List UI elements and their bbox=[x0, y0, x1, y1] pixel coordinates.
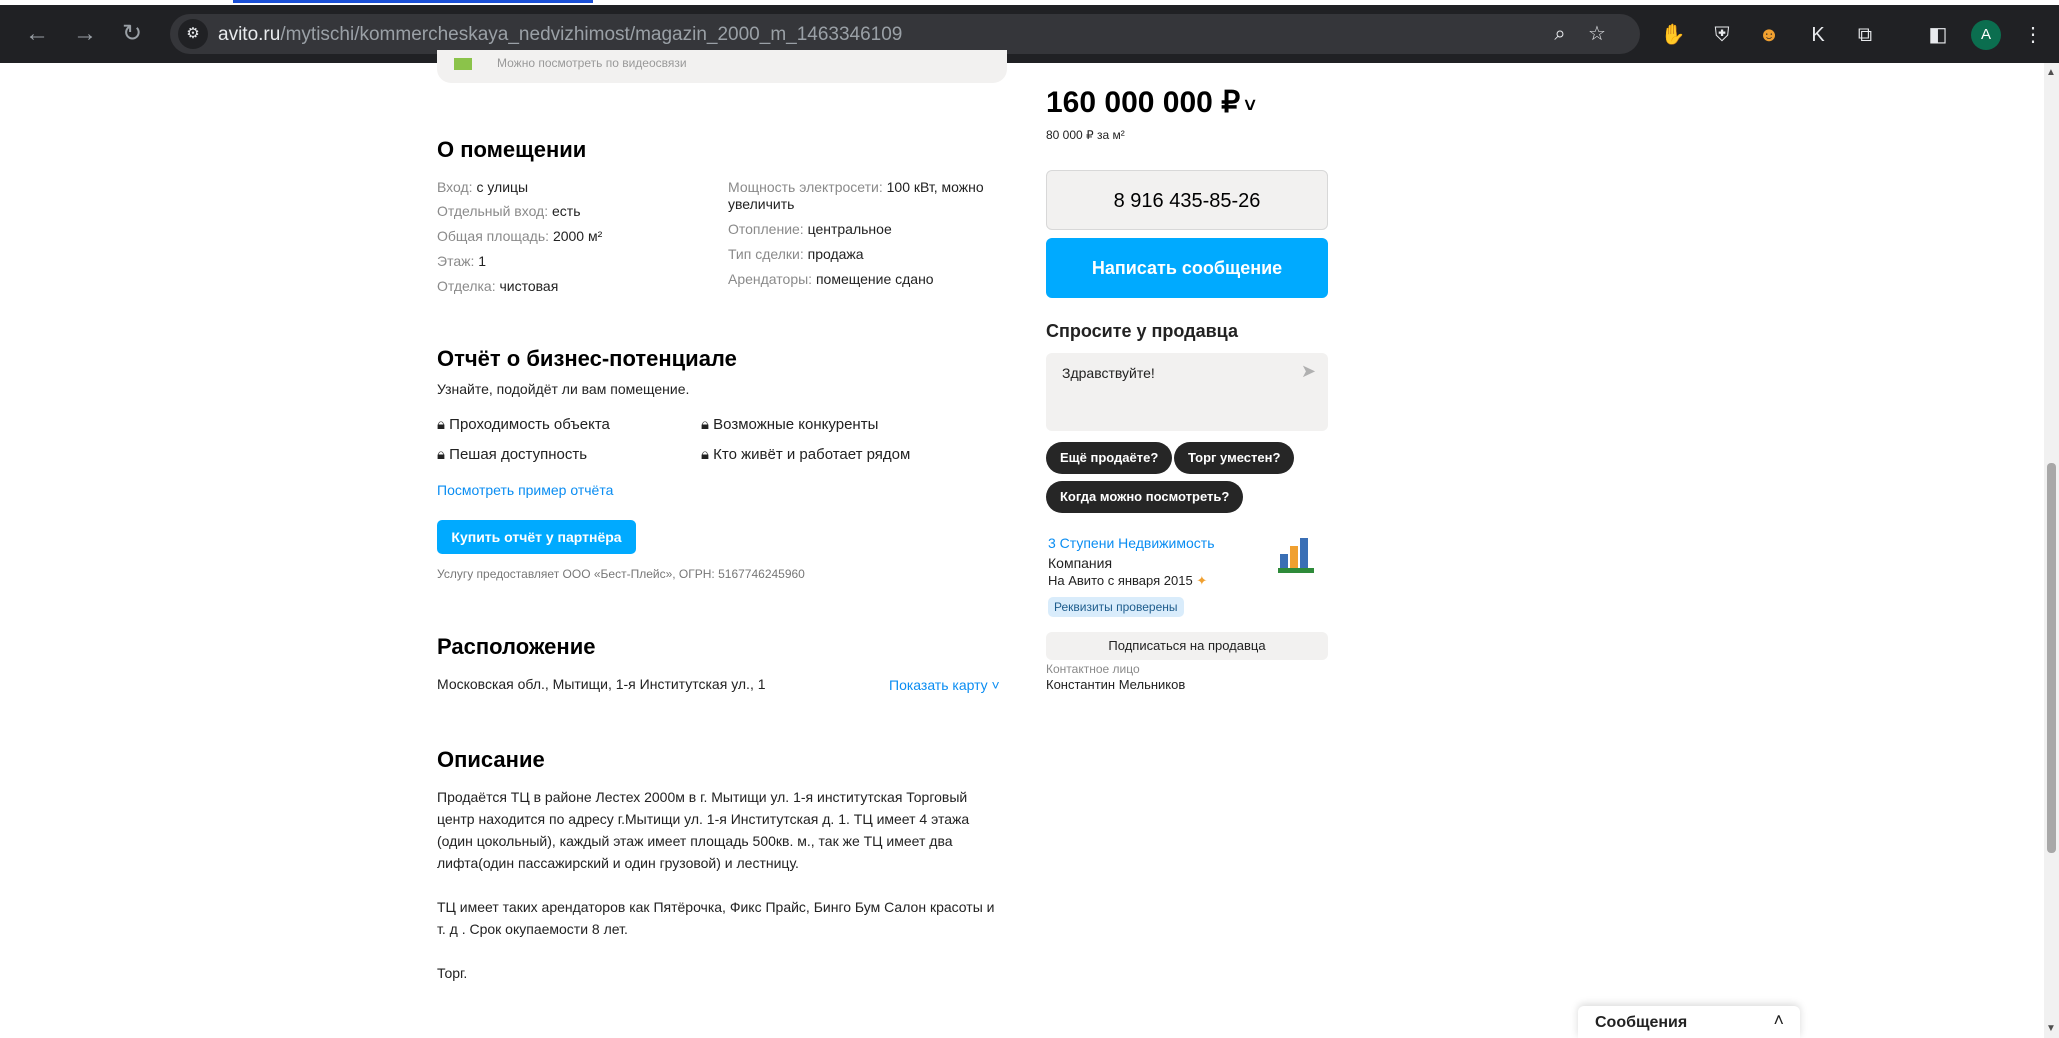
about-left-prop: Вход: с улицы bbox=[437, 179, 529, 195]
person-extension-icon[interactable]: ☻ bbox=[1756, 22, 1782, 48]
about-left-prop: Этаж: 1 bbox=[437, 253, 487, 269]
send-icon[interactable]: ➤ bbox=[1301, 361, 1316, 382]
quick-question-chip[interactable]: Когда можно посмотреть? bbox=[1046, 481, 1244, 513]
show-map-link[interactable]: Показать карту ˅ bbox=[889, 677, 1000, 693]
messages-panel[interactable]: Сообщения ˄ bbox=[1578, 1006, 1800, 1038]
video-viewing-block: Можно посмотреть по видеосвязи bbox=[437, 50, 1007, 83]
ask-seller-title: Спросите у продавца bbox=[1046, 321, 1238, 341]
scroll-down-icon[interactable]: ▼ bbox=[2046, 1023, 2056, 1034]
verified-badge: Реквизиты проверены bbox=[1048, 597, 1184, 617]
about-left-prop: Отдельный вход: есть bbox=[437, 203, 581, 219]
back-icon[interactable]: ← bbox=[22, 19, 52, 49]
reload-icon[interactable]: ↻ bbox=[117, 19, 147, 49]
menu-kebab-icon[interactable]: ⋮ bbox=[2020, 22, 2046, 48]
address-bar[interactable]: ⚙ avito.ru/mytischi/kommercheskaya_nedvi… bbox=[170, 14, 1640, 54]
ask-seller-input[interactable]: Здравствуйте! ➤ bbox=[1046, 353, 1328, 431]
report-item: 🔒︎ Кто живёт и работает рядом bbox=[701, 446, 911, 463]
url-text[interactable]: avito.ru/mytischi/kommercheskaya_nedvizh… bbox=[218, 24, 902, 46]
description-text: Продаётся ТЦ в районе Лестех 2000м в г. … bbox=[437, 786, 1007, 984]
report-item: 🔒︎ Пешая доступность bbox=[437, 446, 588, 463]
side-panel-icon[interactable]: ◧ bbox=[1925, 22, 1951, 48]
shield-extension-icon[interactable]: ⛨ bbox=[1709, 22, 1735, 48]
report-provider: Услугу предоставляет ООО «Бест-Плейс», О… bbox=[437, 567, 805, 581]
subscribe-seller-button[interactable]: Подписаться на продавца bbox=[1046, 632, 1328, 660]
about-right-prop: Мощность электросети: 100 кВт, можно уве… bbox=[728, 179, 984, 212]
adblock-extension-icon[interactable]: ✋ bbox=[1660, 22, 1686, 48]
lock-icon: 🔒︎ bbox=[437, 446, 450, 463]
about-left-prop: Отделка: чистовая bbox=[437, 278, 559, 294]
report-example-link[interactable]: Посмотреть пример отчёта bbox=[437, 482, 613, 498]
k-extension-icon[interactable]: K bbox=[1805, 22, 1831, 48]
chevron-down-icon[interactable]: ˅ bbox=[1244, 95, 1256, 117]
seller-name-link[interactable]: 3 Ступени Недвижимость bbox=[1048, 535, 1214, 551]
description-paragraph: Торг. bbox=[437, 965, 468, 981]
page-bookmark-strip bbox=[233, 0, 593, 3]
location-title: Расположение bbox=[437, 634, 596, 659]
messages-title[interactable]: Сообщения bbox=[1595, 1014, 1687, 1032]
description-paragraph: Продаётся ТЦ в районе Лестех 2000м в г. … bbox=[437, 789, 970, 871]
chevron-down-icon: ˅ bbox=[987, 677, 1000, 693]
about-right-prop: Тип сделки: продажа bbox=[728, 246, 864, 262]
phone-button[interactable]: 8 916 435-85-26 bbox=[1046, 170, 1328, 230]
price[interactable]: 160 000 000 ₽ ˅ bbox=[1046, 85, 1256, 120]
about-left-prop: Общая площадь: 2000 м² bbox=[437, 228, 603, 244]
contact-name: Константин Мельников bbox=[1046, 677, 1186, 692]
scrollbar-thumb[interactable] bbox=[2047, 463, 2056, 853]
seller-type: Компания bbox=[1048, 555, 1113, 571]
about-right-prop: Арендаторы: помещение сдано bbox=[728, 271, 934, 287]
medal-icon: ✦ bbox=[1196, 573, 1208, 588]
buy-report-button[interactable]: Купить отчёт у партнёра bbox=[437, 520, 636, 554]
report-subtitle: Узнайте, подойдёт ли вам помещение. bbox=[437, 381, 690, 397]
browser-toolbar: ← → ↻ ⚙ avito.ru/mytischi/kommercheskaya… bbox=[0, 5, 2059, 63]
site-info-icon[interactable]: ⚙ bbox=[178, 19, 208, 49]
lock-icon: 🔒︎ bbox=[437, 416, 450, 433]
video-viewing-text: Можно посмотреть по видеосвязи bbox=[497, 56, 687, 70]
seller-since: На Авито с января 2015 ✦ bbox=[1048, 573, 1208, 588]
seller-logo[interactable] bbox=[1278, 534, 1314, 576]
quick-question-chip[interactable]: Ещё продаёте? bbox=[1046, 442, 1173, 474]
about-right-prop: Отопление: центральное bbox=[728, 221, 892, 237]
report-item: 🔒︎ Проходимость объекта bbox=[437, 416, 610, 433]
page-scrollbar[interactable]: ▲ ▼ bbox=[2044, 63, 2059, 1038]
about-title: О помещении bbox=[437, 137, 587, 162]
description-title: Описание bbox=[437, 747, 545, 772]
price-per-sqm: 80 000 ₽ за м² bbox=[1046, 128, 1125, 142]
report-title: Отчёт о бизнес-потенциале bbox=[437, 346, 737, 371]
write-message-button[interactable]: Написать сообщение bbox=[1046, 238, 1328, 298]
lock-icon: 🔒︎ bbox=[701, 416, 714, 433]
bookmark-star-icon[interactable]: ☆ bbox=[1584, 21, 1610, 47]
profile-avatar[interactable]: A bbox=[1971, 20, 2001, 50]
chevron-up-icon[interactable]: ˄ bbox=[1773, 1010, 1784, 1031]
report-item: 🔒︎ Возможные конкуренты bbox=[701, 416, 879, 433]
lock-icon: 🔒︎ bbox=[701, 446, 714, 463]
zoom-icon[interactable]: ⌕ bbox=[1547, 21, 1573, 47]
location-address: Московская обл., Мытищи, 1-я Институтска… bbox=[437, 676, 766, 692]
contact-label: Контактное лицо bbox=[1046, 662, 1140, 676]
description-paragraph: ТЦ имеет таких арендаторов как Пятёрочка… bbox=[437, 899, 995, 937]
ask-message-text[interactable]: Здравствуйте! bbox=[1062, 365, 1155, 381]
forward-icon[interactable]: → bbox=[70, 19, 100, 49]
scroll-up-icon[interactable]: ▲ bbox=[2046, 67, 2056, 78]
video-icon bbox=[454, 58, 472, 70]
extensions-puzzle-icon[interactable]: ⧉ bbox=[1852, 22, 1878, 48]
quick-question-chip[interactable]: Торг уместен? bbox=[1174, 442, 1295, 474]
